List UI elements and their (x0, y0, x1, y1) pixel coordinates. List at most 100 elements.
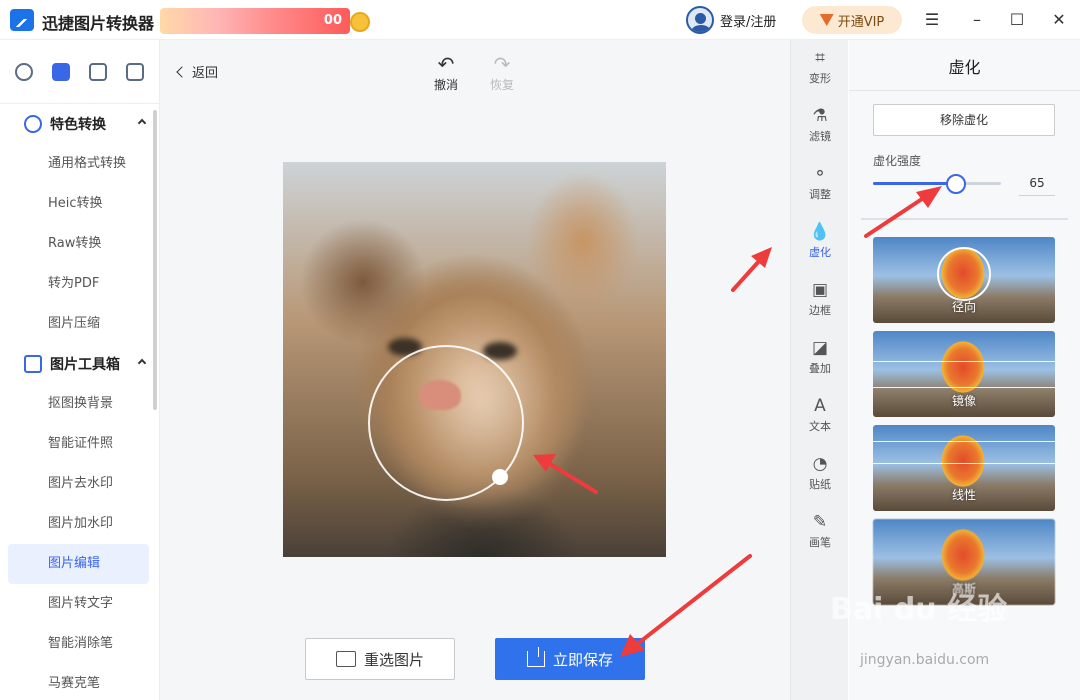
slider-thumb[interactable] (946, 174, 967, 194)
menu-group-label: 特色转换 (50, 117, 106, 133)
adjust-icon: ⚬ (812, 164, 828, 184)
menu-group-toolbox[interactable]: 图片工具箱 (0, 344, 159, 384)
tool-adjust[interactable]: ⚬ 调整 (791, 162, 849, 218)
blur-strength-label: 虚化强度 (873, 154, 922, 168)
toolbox-tab-icon[interactable] (52, 62, 71, 81)
edited-photo[interactable] (283, 162, 666, 557)
app-title: 迅捷图片转换器 (42, 14, 155, 33)
tool-label: 文本 (809, 420, 831, 433)
sidebar-item-add-watermark[interactable]: 图片加水印 (0, 504, 159, 544)
tool-label: 滤镜 (809, 130, 831, 143)
preset-label: 线性 (951, 488, 976, 502)
sidebar-scrollbar[interactable] (153, 110, 157, 410)
minimize-button[interactable]: – (967, 10, 987, 30)
radial-ring-marker (937, 247, 991, 301)
panel-divider (849, 90, 1080, 91)
tool-label: 变形 (809, 72, 831, 85)
maximize-button[interactable]: ☐ (1007, 10, 1027, 30)
undo-label: 撤消 (433, 78, 458, 92)
preset-divider (861, 218, 1068, 220)
sticker-icon: ◔ (812, 454, 828, 474)
text-icon: A (814, 396, 826, 416)
check-tab-icon[interactable] (125, 62, 144, 81)
sidebar-item-cutout[interactable]: 抠图换背景 (0, 384, 159, 424)
reselect-label: 重选图片 (363, 650, 424, 669)
toolbox-group-icon (24, 355, 42, 373)
promo-banner[interactable]: 00 (160, 8, 350, 34)
tool-filter[interactable]: ⚗ 滤镜 (791, 104, 849, 160)
download-icon (526, 647, 545, 667)
filter-icon: ⚗ (812, 106, 828, 126)
sidebar-item-compress[interactable]: 图片压缩 (0, 304, 159, 344)
sidebar-item-mosaic[interactable]: 马赛克笔 (0, 664, 159, 700)
tool-label: 叠加 (809, 362, 831, 375)
preset-linear[interactable]: 线性 (873, 425, 1055, 511)
sidebar-item-pdf[interactable]: 转为PDF (0, 264, 159, 304)
coin-icon[interactable] (350, 12, 370, 32)
sidebar-item-raw[interactable]: Raw转换 (0, 224, 159, 264)
tool-label: 贴纸 (809, 478, 831, 491)
mirror-line-bottom (873, 387, 1055, 388)
sidebar-item-heic[interactable]: Heic转换 (0, 184, 159, 224)
vip-button[interactable]: 开通VIP (802, 6, 902, 34)
brush-icon: ✎ (812, 512, 828, 532)
tool-text[interactable]: A 文本 (791, 394, 849, 450)
sidebar-item-remove-watermark[interactable]: 图片去水印 (0, 464, 159, 504)
image-tab-icon[interactable] (88, 62, 107, 81)
sidebar-item-ocr[interactable]: 图片转文字 (0, 584, 159, 624)
login-button[interactable]: 登录/注册 (686, 6, 776, 34)
preset-label: 径向 (951, 300, 976, 314)
sidebar-tabs (0, 40, 159, 104)
diamond-icon (819, 14, 834, 26)
promo-text: 00 (323, 13, 342, 28)
save-button[interactable]: 立即保存 (495, 638, 645, 680)
chevron-left-icon (176, 65, 188, 78)
watermark-logo: Bai du 经验 (830, 592, 1008, 627)
tool-label: 边框 (809, 304, 831, 317)
vip-label: 开通VIP (837, 14, 885, 30)
crop-icon: ⌗ (815, 48, 825, 68)
frame-icon: ▣ (811, 280, 829, 300)
login-label: 登录/注册 (720, 14, 777, 30)
convert-group-icon (24, 115, 42, 133)
menu-group-special[interactable]: 特色转换 (0, 104, 159, 144)
tool-label: 画笔 (809, 536, 831, 549)
menu-group-label: 图片工具箱 (50, 357, 120, 373)
tool-label: 虚化 (809, 246, 831, 259)
close-button[interactable]: ✕ (1049, 10, 1069, 30)
panel-title: 虚化 (948, 58, 981, 77)
remove-blur-button[interactable]: 移除虚化 (873, 104, 1055, 136)
tool-frame[interactable]: ▣ 边框 (791, 278, 849, 334)
tool-blur[interactable]: 💧 虚化 (791, 220, 849, 276)
app-logo-icon (10, 9, 34, 31)
tool-overlay[interactable]: ◪ 叠加 (791, 336, 849, 392)
back-button[interactable]: 返回 (176, 62, 218, 81)
sidebar: 特色转换 通用格式转换 Heic转换 Raw转换 转为PDF 图片压缩 图片工具… (0, 40, 160, 700)
preset-mirror[interactable]: 镜像 (873, 331, 1055, 417)
reselect-image-button[interactable]: 重选图片 (305, 638, 455, 680)
save-label: 立即保存 (552, 650, 613, 669)
menu-icon[interactable]: ☰ (922, 10, 942, 30)
slider-fill (873, 182, 957, 185)
blur-strength-slider[interactable] (873, 182, 1001, 185)
overlay-icon: ◪ (811, 338, 829, 358)
blur-strength-value[interactable]: 65 (1019, 170, 1055, 196)
sidebar-item-eraser[interactable]: 智能消除笔 (0, 624, 159, 664)
sidebar-item-id-photo[interactable]: 智能证件照 (0, 424, 159, 464)
convert-tab-icon[interactable] (15, 62, 34, 81)
tool-transform[interactable]: ⌗ 变形 (791, 46, 849, 102)
user-avatar-icon (686, 6, 714, 34)
sidebar-item-format-convert[interactable]: 通用格式转换 (0, 144, 159, 184)
redo-icon: ↷ (493, 52, 511, 76)
mirror-line-top (873, 361, 1055, 362)
tool-brush[interactable]: ✎ 画笔 (791, 510, 849, 566)
tool-sticker[interactable]: ◔ 贴纸 (791, 452, 849, 508)
blur-focus-handle[interactable] (492, 469, 508, 485)
preset-radial[interactable]: 径向 (873, 237, 1055, 323)
redo-button[interactable]: ↷ 恢复 (482, 52, 522, 93)
sidebar-item-image-edit[interactable]: 图片编辑 (8, 544, 149, 584)
linear-line-top (873, 441, 1055, 442)
editor-canvas-area: 返回 ↶ 撤消 ↷ 恢复 重选图片 立即保存 (160, 40, 790, 700)
undo-button[interactable]: ↶ 撤消 (426, 52, 466, 93)
chevron-up-icon (137, 358, 147, 368)
